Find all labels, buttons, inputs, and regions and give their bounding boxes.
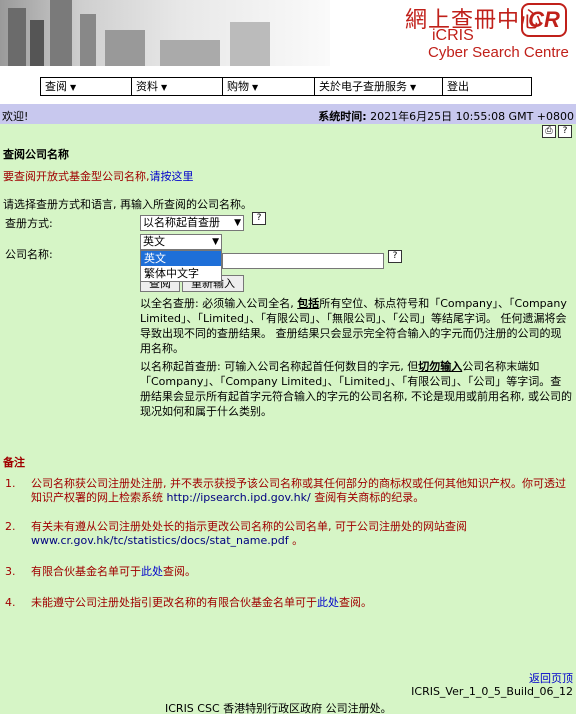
caret-down-icon: ▼ — [161, 83, 168, 92]
tool-icons: ⎙? — [540, 125, 572, 138]
menu-about[interactable]: 关於电子查册服务 ▼ — [315, 78, 443, 95]
note-item: 4. 未能遵守公司注册处指引更改名称的有限合伙基金名单可于此处查阅。 — [5, 596, 372, 609]
language-option-english[interactable]: 英文 — [141, 251, 221, 266]
caret-down-icon: ▼ — [252, 83, 259, 92]
note-link[interactable]: www.cr.gov.hk/tc/statistics/docs/stat_na… — [31, 534, 289, 547]
chevron-down-icon: ▼ — [234, 218, 241, 228]
menu-search[interactable]: 查阅 ▼ — [41, 78, 132, 95]
main-content: 欢迎! 系统时间: 2021年6月25日 10:55:08 GMT +0800 … — [0, 104, 576, 715]
note-link[interactable]: http://ipsearch.ipd.gov.hk/ — [167, 491, 311, 504]
company-name-input[interactable] — [222, 253, 384, 269]
full-name-search-desc: 以全名查册: 必须输入公司全名, 包括所有空位、标点符号和「Company」、「… — [140, 297, 567, 355]
note-item: 2. 有关未有遵从公司注册处处长的指示更改公司名称的公司名单, 可于公司注册处的… — [5, 520, 467, 547]
chevron-down-icon: ▼ — [212, 237, 219, 247]
main-menu: 查阅 ▼ 资料 ▼ 购物 ▼ 关於电子查册服务 ▼ 登出 — [40, 77, 532, 96]
print-icon[interactable]: ⎙ — [542, 125, 556, 138]
banner-photo — [0, 0, 330, 66]
page-title: 查阅公司名称 — [3, 148, 69, 161]
note-item: 3. 有限合伙基金名单可于此处查阅。 — [5, 565, 196, 578]
notes-title: 备注 — [3, 456, 25, 469]
version-text: ICRIS_Ver_1_0_5_Build_06_12 — [411, 685, 573, 698]
search-method-select[interactable]: 以名称起首查册 ▼ — [140, 215, 244, 231]
menu-shopping[interactable]: 购物 ▼ — [223, 78, 315, 95]
menu-info[interactable]: 资料 ▼ — [132, 78, 223, 95]
language-select[interactable]: 英文 ▼ — [140, 234, 222, 250]
search-method-label: 查册方式: — [5, 217, 53, 230]
help-icon[interactable]: ? — [388, 250, 402, 263]
prefix-search-desc: 以名称起首查册: 可输入公司名称起首任何数目的字元, 但切勿输入公司名称末端如「… — [140, 360, 572, 418]
open-fund-prompt: 要查阅开放式基金型公司名称,请按这里 — [3, 170, 194, 183]
caret-down-icon: ▼ — [70, 83, 77, 92]
caret-down-icon: ▼ — [410, 83, 417, 92]
welcome-text: 欢迎! — [2, 110, 29, 123]
logo-cr-mark: CR — [521, 3, 567, 37]
language-option-traditional-chinese[interactable]: 繁体中文字 — [141, 266, 221, 281]
note-link[interactable]: 此处 — [141, 565, 163, 578]
note-item: 1. 公司名称获公司注册处注册, 并不表示获授予该公司名称或其任何部分的商标权或… — [5, 477, 566, 504]
help-icon[interactable]: ? — [252, 212, 266, 225]
instruction-text: 请选择查册方式和语言, 再输入所查阅的公司名称。 — [3, 198, 252, 211]
back-to-top-link[interactable]: 返回页顶 — [529, 670, 573, 686]
system-time: 系统时间: 2021年6月25日 10:55:08 GMT +0800 — [318, 110, 574, 123]
logo-cyber-search-centre: Cyber Search Centre — [428, 44, 569, 61]
open-fund-link[interactable]: 请按这里 — [150, 170, 194, 183]
help-icon[interactable]: ? — [558, 125, 572, 138]
company-name-label: 公司名称: — [5, 248, 53, 261]
status-bar: 欢迎! 系统时间: 2021年6月25日 10:55:08 GMT +0800 — [0, 104, 576, 124]
note-link[interactable]: 此处 — [317, 596, 339, 609]
menu-logout[interactable]: 登出 — [443, 78, 529, 95]
logo-icris: iCRIS — [432, 27, 474, 44]
header-banner: 網上查冊中心 CR iCRIS Cyber Search Centre — [0, 0, 576, 66]
language-dropdown: 英文 繁体中文字 — [140, 250, 222, 282]
